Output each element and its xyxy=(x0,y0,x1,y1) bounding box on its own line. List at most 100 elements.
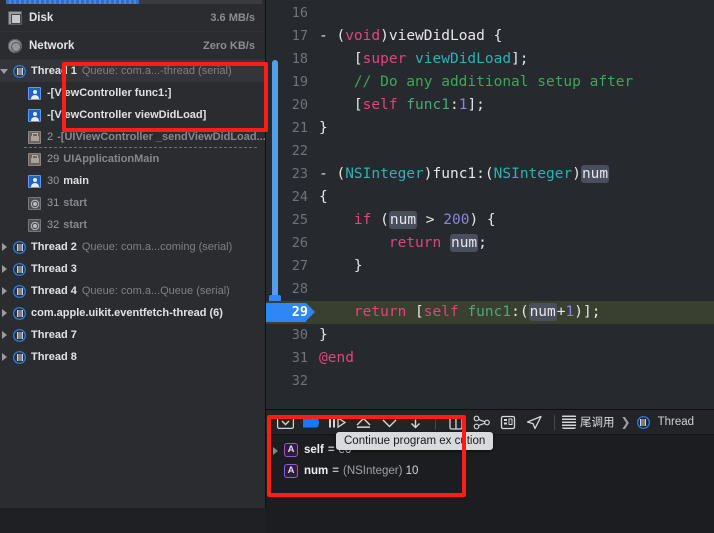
code-token: func1 xyxy=(467,304,512,320)
code-line[interactable]: 18 [super viewDidLoad]; xyxy=(266,48,714,71)
code-line[interactable]: 28 xyxy=(266,278,714,301)
gauge-row-network[interactable]: Network Zero KB/s xyxy=(0,32,265,60)
stack-frame-row[interactable]: -[ViewController func1:] xyxy=(0,82,265,104)
code-token: ( xyxy=(336,166,346,182)
thread-name: Thread 7 xyxy=(31,329,77,341)
thread-name: Thread 1 xyxy=(31,65,77,77)
thread-row[interactable]: Thread 7 xyxy=(0,324,265,346)
line-number: 28 xyxy=(291,281,308,297)
code-line[interactable]: 21} xyxy=(266,117,714,140)
frame-label: main xyxy=(63,175,89,187)
step-out-extra-button[interactable] xyxy=(402,412,428,432)
code-line[interactable]: 26 return num; xyxy=(266,232,714,255)
thread-queue: Queue: com.a...Queue (serial) xyxy=(81,285,230,297)
code-line[interactable]: 20 [self func1:1]; xyxy=(266,94,714,117)
code-token: } xyxy=(319,327,328,343)
variable-type: (NSInteger) xyxy=(343,464,403,477)
xcode-debug-window: Disk 3.6 MB/s Network Zero KB/s Thread 1… xyxy=(0,0,714,533)
code-token: 1 xyxy=(565,304,575,320)
code-line[interactable]: 25 if (num > 200) { xyxy=(266,209,714,232)
step-over-button[interactable] xyxy=(324,412,350,432)
code-line[interactable]: 16 xyxy=(266,2,714,25)
code-text: } xyxy=(319,255,363,278)
code-token: - xyxy=(319,28,337,44)
disclosure-triangle[interactable] xyxy=(0,66,11,77)
code-text: @end xyxy=(319,347,354,370)
stack-frame-row[interactable]: -[ViewController viewDidLoad] xyxy=(0,104,265,126)
frame-label: -[UIViewController _sendViewDidLoad... xyxy=(57,131,266,143)
thread-row[interactable]: Thread 2 Queue: com.a...coming (serial) xyxy=(0,236,265,258)
thread-name: Thread 8 xyxy=(31,351,77,363)
disclosure-triangle[interactable] xyxy=(0,308,11,319)
code-line[interactable]: 24 { xyxy=(266,186,714,209)
code-text: { xyxy=(319,186,328,209)
hide-debug-area-button[interactable] xyxy=(272,412,298,432)
code-token: void xyxy=(345,28,381,44)
stack-frame-row[interactable]: 29 UIApplicationMain xyxy=(0,147,265,170)
code-token: ]; xyxy=(467,97,485,113)
view-debugger-button[interactable] xyxy=(443,412,469,432)
location-arrow-icon[interactable] xyxy=(521,412,547,432)
line-number: 25 xyxy=(291,212,308,228)
thread-list[interactable]: Thread 1 Queue: com.a...-thread (serial) -… xyxy=(0,60,265,368)
line-number: 23 xyxy=(291,166,308,182)
disclosure-triangle[interactable] xyxy=(0,286,11,297)
stack-frame-row[interactable]: 30 main xyxy=(0,170,265,192)
code-token: ( xyxy=(336,28,346,44)
step-into-button[interactable] xyxy=(350,412,376,432)
frame-index: 32 xyxy=(47,219,60,231)
thread-row[interactable]: Thread 4 Queue: com.a...Queue (serial) xyxy=(0,280,265,302)
code-token: ) xyxy=(380,28,389,44)
network-icon xyxy=(8,38,22,53)
line-number: 19 xyxy=(291,74,308,90)
thread-row[interactable]: com.apple.uikit.eventfetch-thread (6) xyxy=(0,302,265,324)
thread-row[interactable]: Thread 8 xyxy=(0,346,265,368)
code-line[interactable]: 30} xyxy=(266,324,714,347)
variable-equals: = xyxy=(332,464,339,477)
code-token: 200 xyxy=(443,212,470,228)
disclosure-triangle[interactable] xyxy=(0,242,11,253)
code-token: func1 xyxy=(406,97,450,113)
thread-row[interactable]: Thread 3 xyxy=(0,258,265,280)
thread-name: Thread 2 xyxy=(31,241,77,253)
code-line[interactable]: 19 // Do any additional setup after xyxy=(266,71,714,94)
code-token: @end xyxy=(319,350,354,366)
variable-badge: A xyxy=(284,463,298,478)
gauge-label-network: Network xyxy=(29,39,75,52)
code-token: NSInteger xyxy=(345,166,424,182)
code-line[interactable]: 31 @end xyxy=(266,347,714,370)
code-line[interactable]: 29 return [self func1:(num+1)]; xyxy=(266,301,714,324)
stack-frame-row[interactable]: 32 start xyxy=(0,214,265,236)
disclosure-triangle[interactable] xyxy=(0,330,11,341)
toolbar-divider-2 xyxy=(554,414,555,430)
debug-navigator[interactable]: Disk 3.6 MB/s Network Zero KB/s Thread 1… xyxy=(0,0,266,508)
disclosure-triangle[interactable] xyxy=(0,264,11,275)
code-line[interactable]: 27 } xyxy=(266,255,714,278)
code-text: } xyxy=(319,117,328,140)
person-icon xyxy=(28,108,41,122)
code-token: { xyxy=(484,28,503,44)
continue-button[interactable] xyxy=(298,412,324,432)
source-editor[interactable]: 16 17- (void)viewDidLoad {18 [super viewD… xyxy=(266,0,714,409)
memory-graph-button[interactable] xyxy=(469,412,495,432)
gauge-row-disk[interactable]: Disk 3.6 MB/s xyxy=(0,4,265,32)
code-line[interactable]: 22 xyxy=(266,140,714,163)
debug-view-button[interactable] xyxy=(495,412,521,432)
code-token: // Do any additional setup after xyxy=(319,74,634,90)
code-line[interactable]: 23- (NSInteger)func1:(NSInteger)num xyxy=(266,163,714,186)
thread-row[interactable]: Thread 1 Queue: com.a...-thread (serial) xyxy=(0,60,265,82)
thread-icon xyxy=(13,241,26,254)
code-line[interactable]: 17- (void)viewDidLoad { xyxy=(266,25,714,48)
tail-call-control[interactable]: 尾调用 ❯ Thread xyxy=(562,414,694,430)
code-token: return xyxy=(388,235,442,251)
thread-icon xyxy=(13,285,26,298)
code-token: )]; xyxy=(574,304,601,320)
step-out-button[interactable] xyxy=(376,412,402,432)
code-line[interactable]: 32 xyxy=(266,370,714,393)
disclosure-triangle[interactable] xyxy=(0,352,11,363)
code-token: num xyxy=(388,211,418,229)
stack-frame-row[interactable]: 2 -[UIViewController _sendViewDidLoad... xyxy=(0,126,265,148)
variable-row[interactable]: Anum = (NSInteger) 10 xyxy=(266,460,714,481)
stack-frame-row[interactable]: 31 start xyxy=(0,192,265,214)
